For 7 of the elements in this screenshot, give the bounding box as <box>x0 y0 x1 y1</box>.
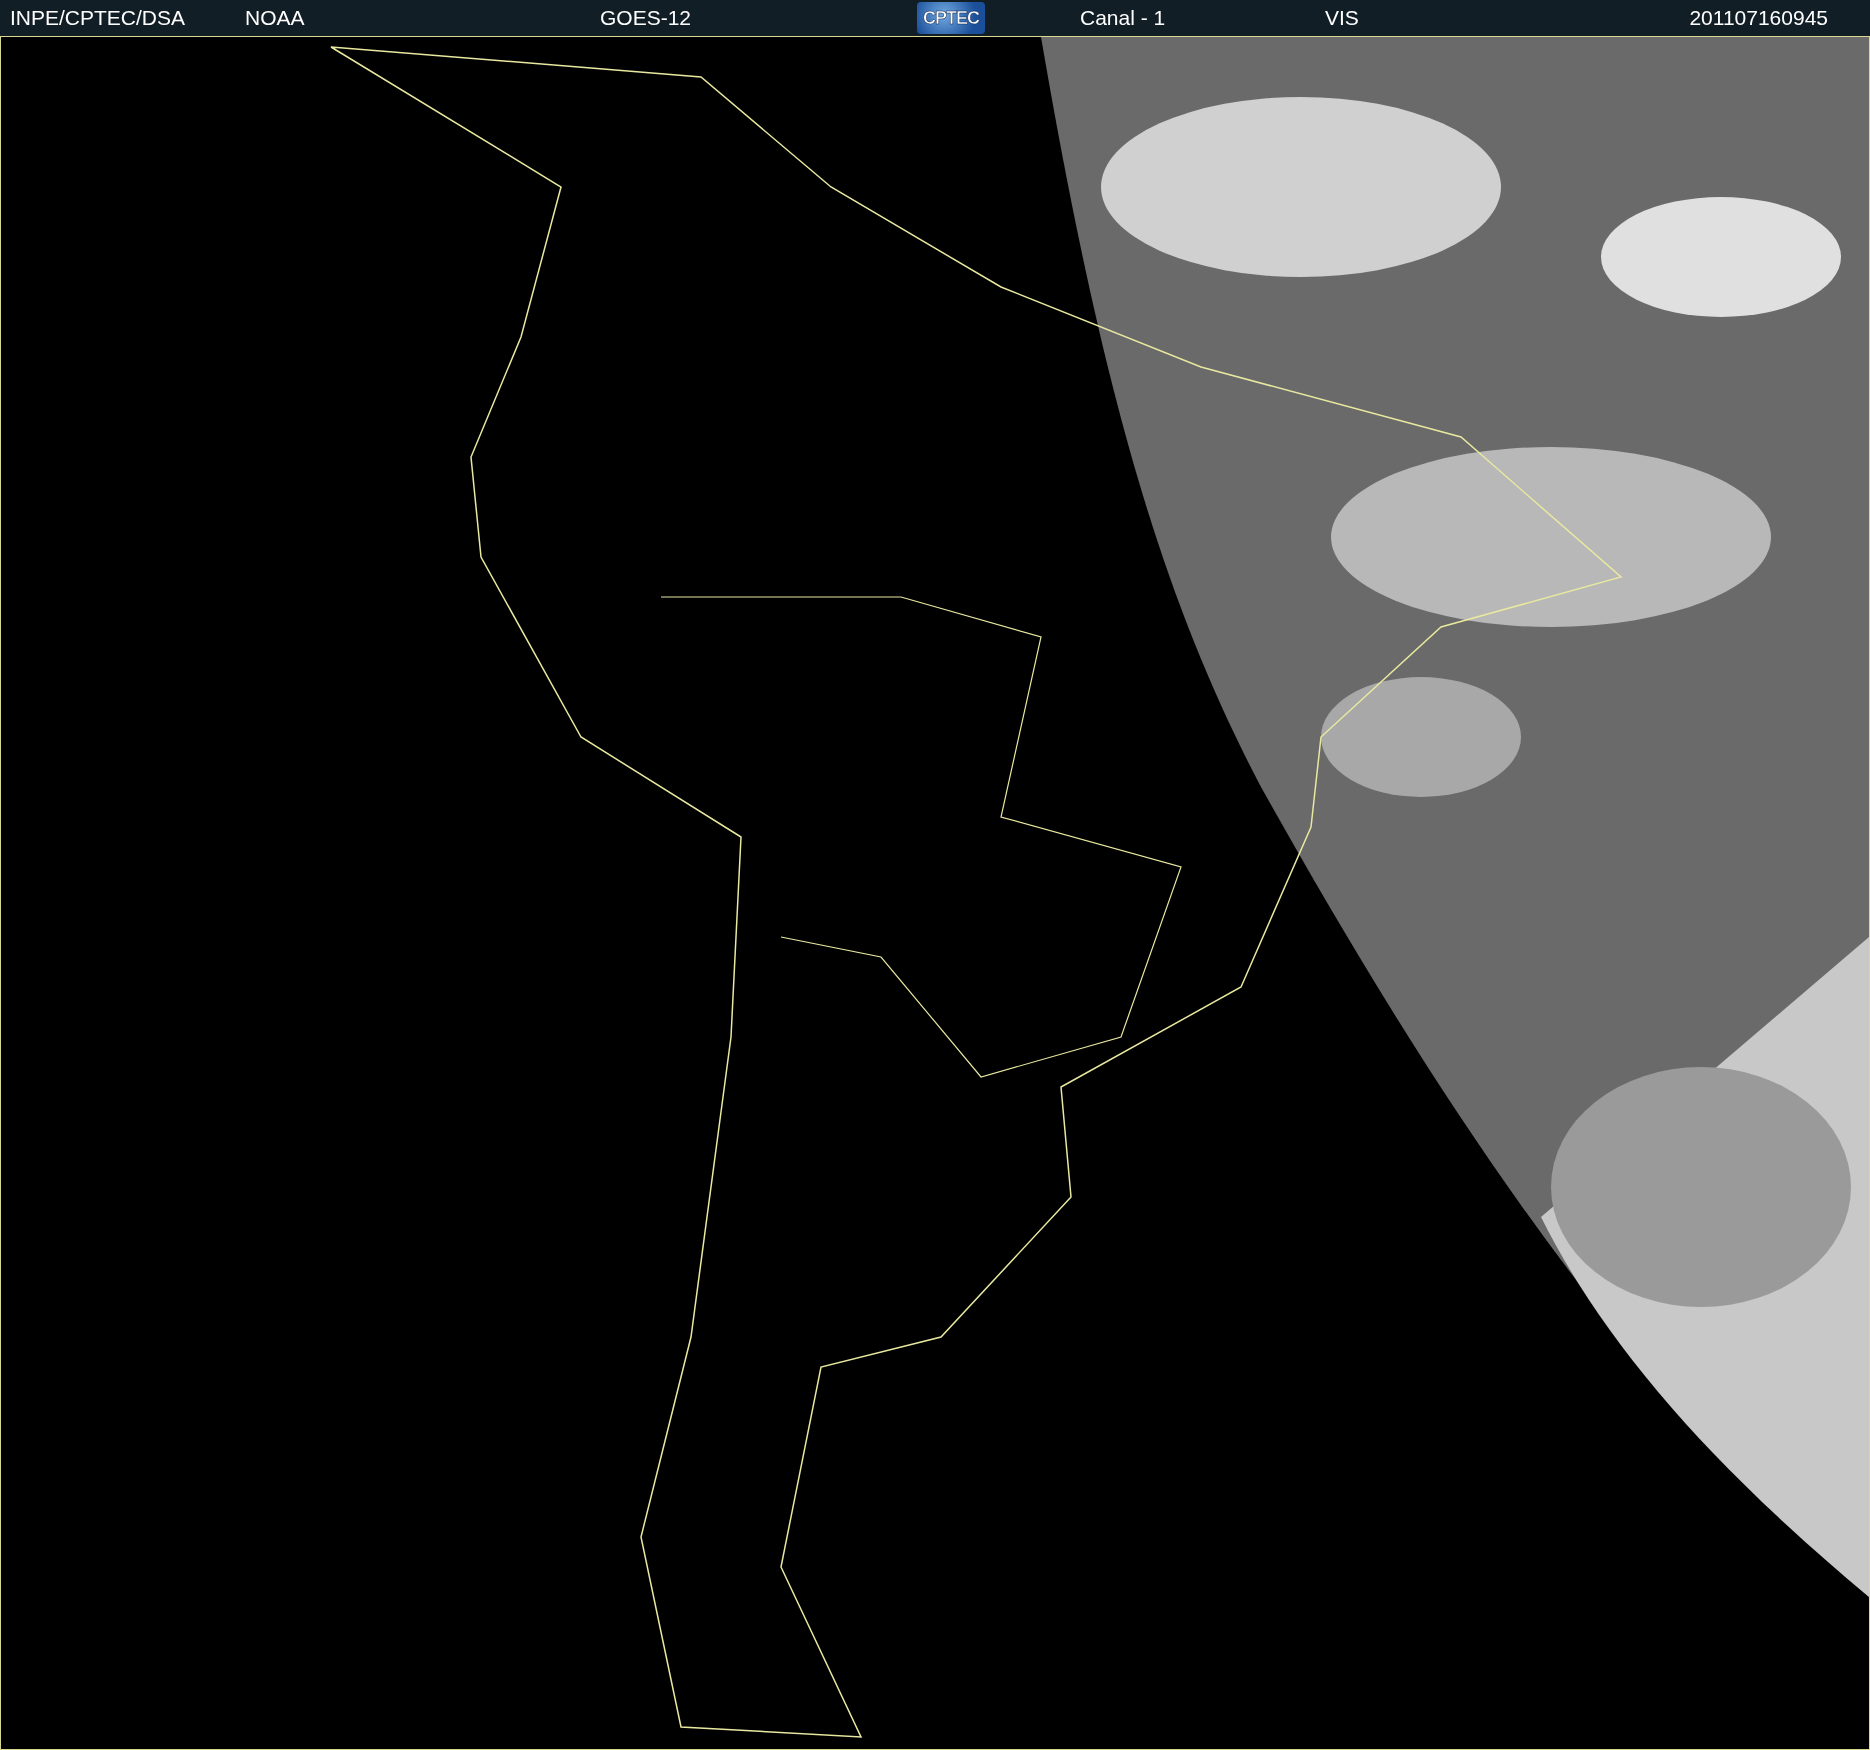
header-label: Canal - 1 <box>1080 6 1166 30</box>
header-label: 201107160945 <box>1689 6 1828 30</box>
header-label: NOAA <box>245 6 305 30</box>
header-label: GOES-12 <box>600 6 692 30</box>
header-label: INPE/CPTEC/DSA <box>10 6 186 30</box>
header-label: VIS <box>1325 6 1359 30</box>
logo: CPTEC <box>917 2 985 34</box>
